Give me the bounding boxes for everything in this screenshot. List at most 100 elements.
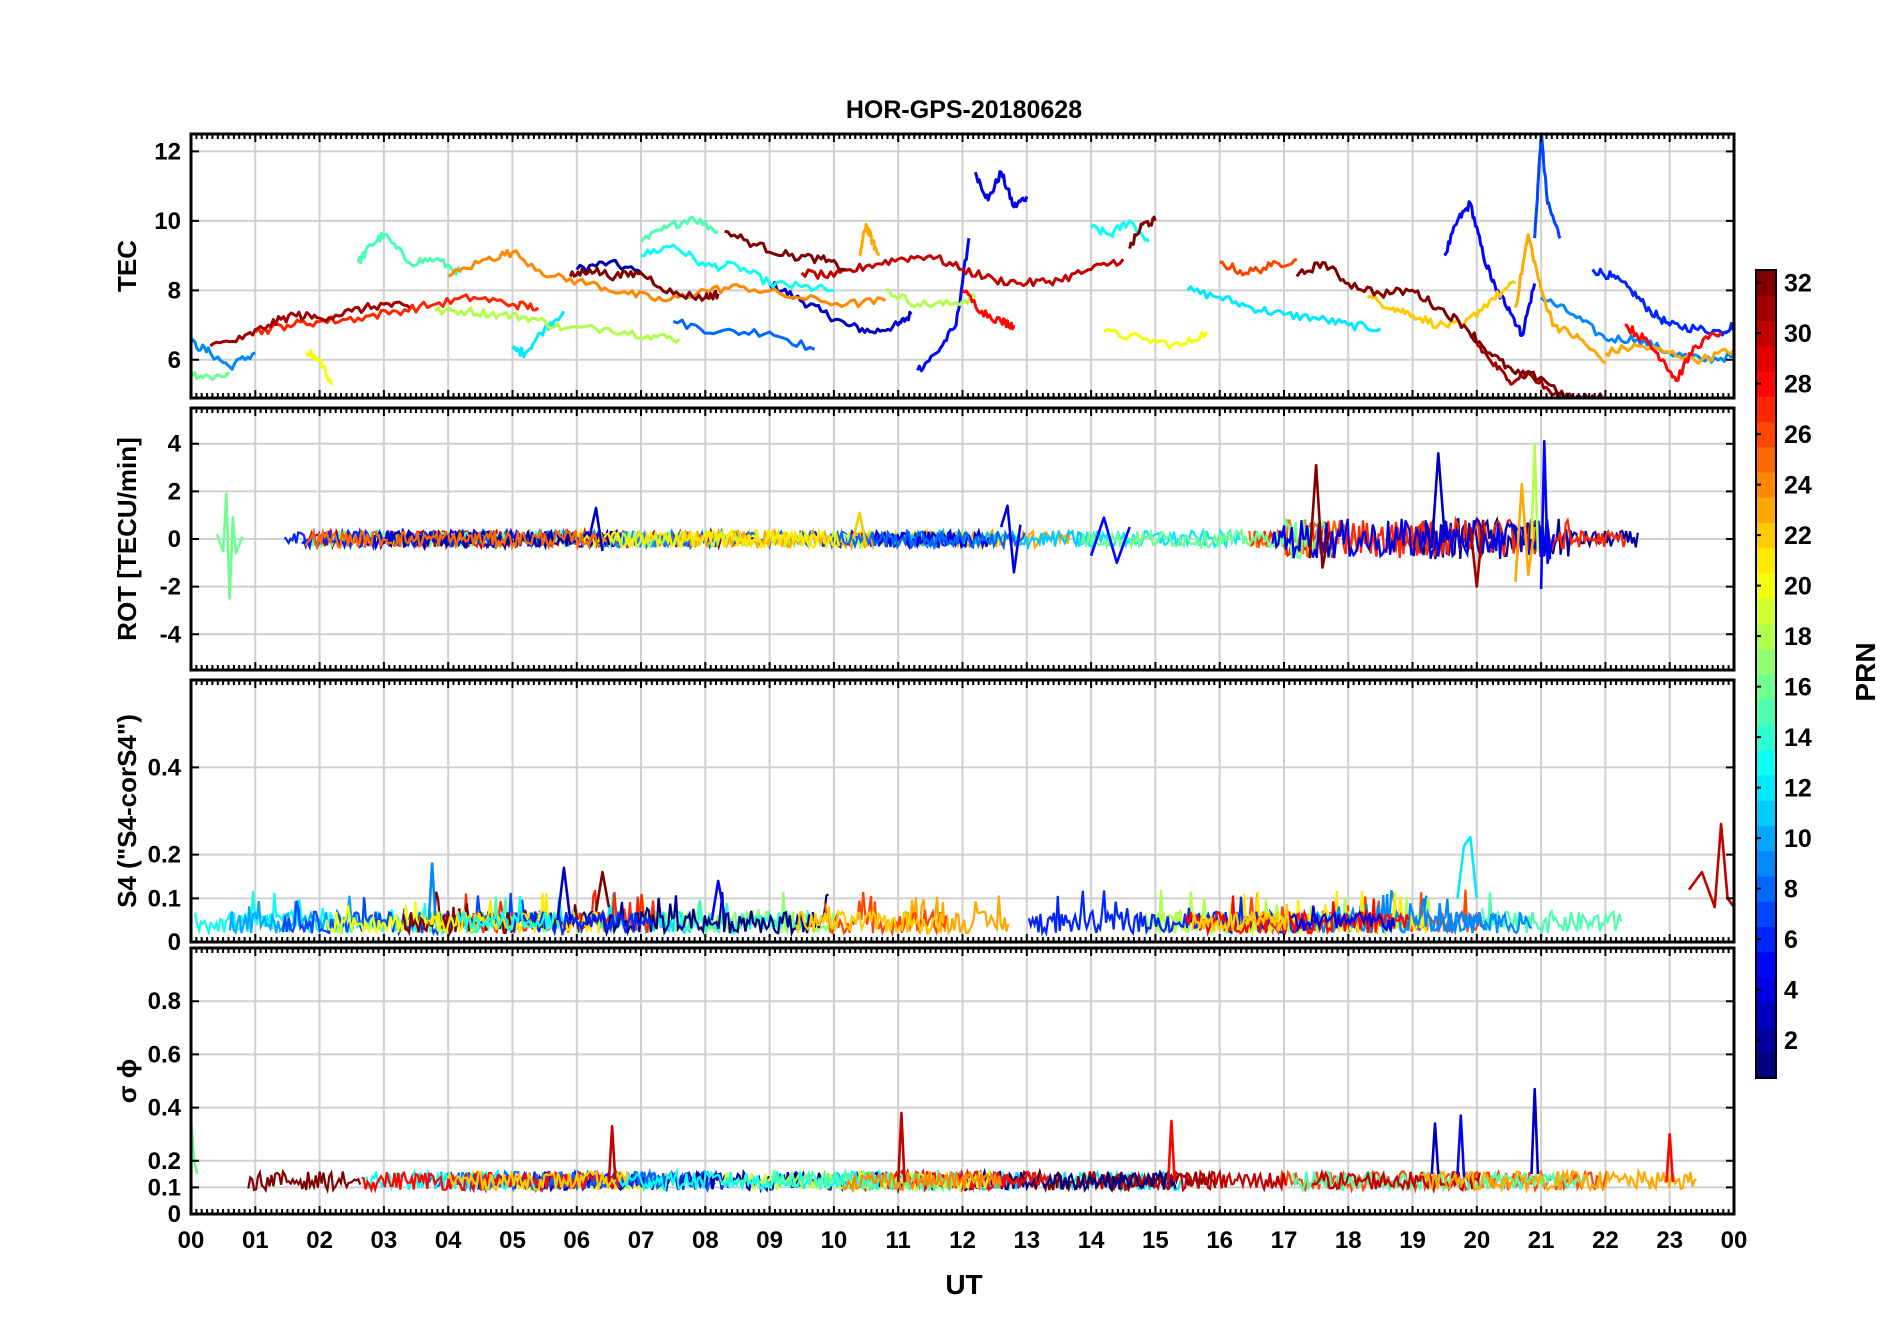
colorbar-swatch [1756,951,1776,978]
colorbar-tick-label: 20 [1784,573,1812,601]
panel-rot: -4 -2 0 2 4 ROT [TECU/min] [112,406,1736,672]
series-line-prn-23 [1513,233,1607,365]
series-line-prn-30 [607,1124,617,1183]
y-tick-label: 0.2 [148,842,181,869]
series-line-prn-32 [594,870,611,912]
noise-band [194,889,1623,938]
x-tick-label: 01 [242,1227,269,1254]
colorbar-swatch [1756,345,1776,372]
y-tick-label: 0.4 [148,1095,182,1122]
panels: 681012TEC-4-2024ROT [TECU/min]00.10.20.4… [112,132,1747,1254]
y-axis-label: TEC [112,240,142,292]
colorbar-tick-label: 32 [1784,270,1812,298]
series-line-prn-3 [556,866,572,921]
series-line-prn-9 [191,338,256,371]
colorbar-tick-label: 10 [1784,825,1812,853]
colorbar-tick-label: 26 [1784,421,1812,449]
x-tick-label: 09 [756,1227,783,1254]
x-tick-label: 20 [1463,1227,1490,1254]
colorbar-swatch [1756,901,1776,927]
colorbar-tick-label: 4 [1784,977,1798,1005]
x-tick-label: 15 [1142,1227,1169,1254]
panel-s4: 0 0.1 0.2 0.4S4 ("S4-corS4") [112,678,1736,956]
noise-band [283,515,1639,560]
figure: HOR-GPS-20180628 UT PRN 6 8 10 12 TEC -4 -2 0 2 4… [0,0,1902,1330]
y-tick-label: 6 [168,347,181,374]
colorbar-swatch [1756,749,1776,776]
series-line-prn-5 [1089,516,1131,565]
x-tick-label: 22 [1592,1227,1619,1254]
x-tick-label: 00 [178,1227,205,1254]
x-tick-label: 11 [886,1227,911,1254]
series-line-prn-12 [1456,835,1479,899]
x-tick-label: 16 [1206,1227,1233,1254]
series-line-prn-16 [191,371,230,382]
x-tick-label: 14 [1078,1227,1105,1254]
y-axis-label: ROT [TECU/min] [112,437,142,641]
colorbar-tick-label: 18 [1784,623,1812,651]
colorbar-swatch [1756,396,1776,422]
y-axis-label: S4 ("S4-corS4") [112,714,142,908]
series-line-prn-3 [1430,1122,1440,1175]
colorbar-label: PRN [1850,642,1881,701]
series-group [215,439,1556,600]
y-tick-label: 0.1 [148,885,181,912]
y-tick-label: 0.1 [148,1174,181,1201]
series-line-prn-8 [672,318,816,351]
x-tick-label: 12 [949,1227,976,1254]
y-tick-label: -2 [160,574,181,601]
y-tick-label: 0 [168,1201,181,1228]
series-line-prn-32 [1295,261,1593,398]
x-tick-label: 13 [1013,1227,1040,1254]
y-tick-label: 0.6 [148,1041,181,1068]
plot-canvas: HOR-GPS-20180628 UT PRN 681012TEC-4-2024… [112,96,1881,1300]
y-tick-label: 2 [168,478,181,505]
x-tick-label: 05 [499,1227,526,1254]
chart-title: HOR-GPS-20180628 [846,96,1082,124]
series-group [191,1087,1675,1183]
series-line-prn-26 [1219,257,1298,277]
series-line-prn-5 [1539,439,1556,590]
series-line-prn-6 [1591,267,1734,337]
colorbar-swatch [1756,1052,1776,1079]
x-tick-label: 02 [306,1227,333,1254]
x-tick-label: 08 [692,1227,719,1254]
series-line-prn-22 [1366,280,1517,330]
colorbar-tick-label: 28 [1784,371,1812,399]
colorbar: 2468101214161820222426283032 [1755,269,1812,1079]
panel-sigma_phi: 00.10.2 0.4 0.6 0.8 σ ϕ [112,946,1736,1228]
x-tick-label: 06 [563,1227,590,1254]
colorbar-tick-label: 24 [1784,472,1812,500]
colorbar-tick-label: 12 [1784,775,1812,803]
series-line-prn-18 [434,305,681,344]
y-tick-label: -4 [160,621,182,648]
colorbar-tick-label: 16 [1784,674,1812,702]
colorbar-swatch [1756,598,1776,624]
panel-tec: 6 8 10 12 TEC [112,132,1736,400]
y-tick-label: 10 [154,208,181,235]
y-tick-label: 0.2 [148,1148,181,1175]
series-line-prn-7 [1533,134,1562,240]
series-line-prn-23 [858,222,881,257]
x-axis-label: UT [945,1269,982,1300]
series-line-prn-15 [356,231,463,276]
x-tick-label: 07 [628,1227,655,1254]
noise-band [247,1167,1698,1195]
colorbar-swatch [1756,850,1776,877]
x-tick-label: 19 [1399,1227,1426,1254]
series-line-prn-30 [1687,822,1734,909]
colorbar-swatch [1756,547,1776,574]
colorbar-swatch [1756,699,1776,725]
x-tick-label: 03 [371,1227,398,1254]
x-tick-label: 18 [1335,1227,1362,1254]
colorbar-swatch [1756,648,1776,675]
y-tick-label: 8 [168,277,181,304]
x-tick-label: 10 [821,1227,848,1254]
series-line-prn-5 [1456,1114,1466,1177]
series-line-prn-4 [973,170,1029,209]
x-tick-label: 17 [1271,1227,1298,1254]
colorbar-tick-label: 22 [1784,522,1812,550]
colorbar-tick-label: 8 [1784,876,1798,904]
colorbar-tick-label: 2 [1784,1027,1798,1055]
series-line-prn-16 [215,492,244,600]
